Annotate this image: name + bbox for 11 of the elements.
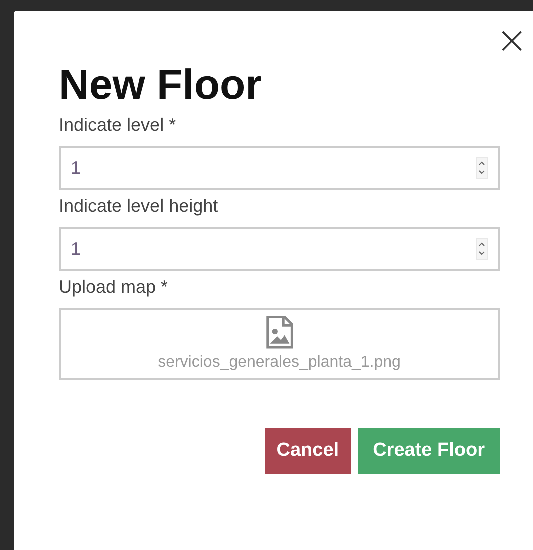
cancel-button[interactable]: Cancel (264, 428, 352, 474)
field-label: Indicate level height (59, 196, 220, 217)
field-label: Upload map * (59, 277, 170, 298)
field-label: Indicate level * (59, 115, 178, 136)
number-field[interactable]: 1 (59, 227, 500, 271)
file-name: servicios_generales_planta_1.png (158, 354, 401, 372)
dialog-title: New Floor (59, 61, 264, 109)
number-field[interactable]: 1 (59, 146, 500, 190)
image-file-icon (264, 316, 294, 350)
close-button[interactable]: × (494, 25, 530, 55)
create-button[interactable]: Create Floor (358, 428, 500, 474)
